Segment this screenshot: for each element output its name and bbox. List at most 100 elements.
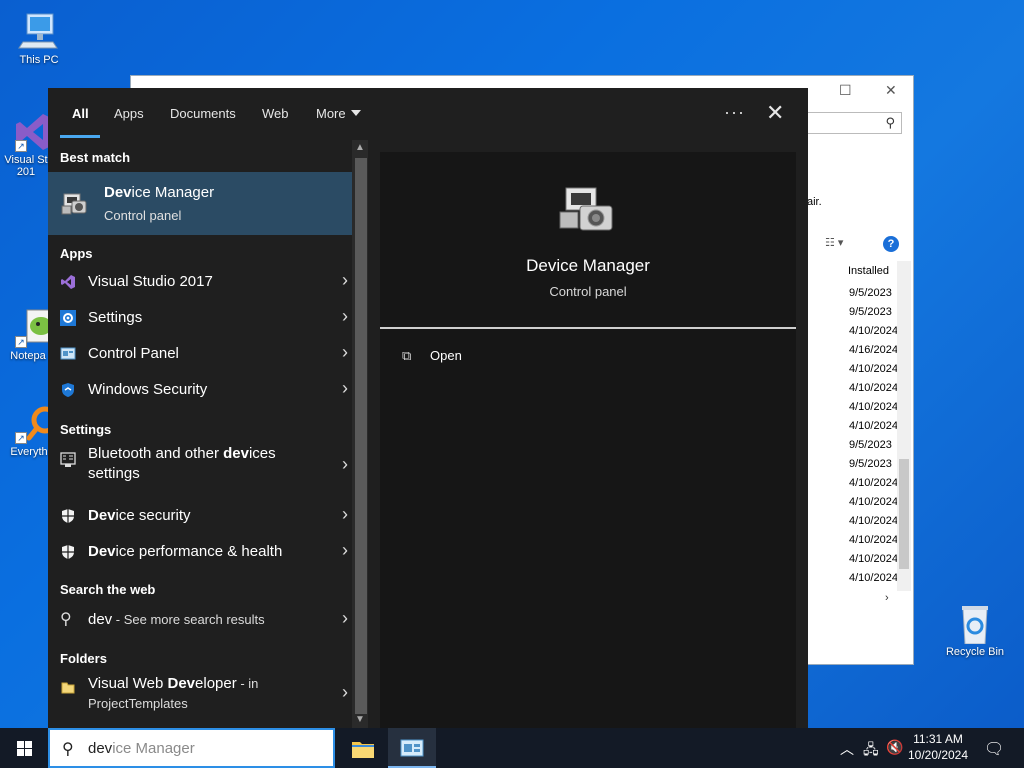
app-result-label: Visual Studio 2017 [88, 273, 213, 290]
windows-logo-icon [17, 741, 32, 756]
bluetooth-devices-icon [60, 452, 76, 468]
computer-icon [17, 12, 61, 52]
installed-date-cell: 9/5/2023 [849, 439, 892, 451]
taskbar-search-box[interactable]: ⚲ device Manager [48, 728, 335, 768]
desktop-icon-recycle-bin[interactable]: Recycle Bin [940, 604, 1010, 658]
label-post: ice security [115, 507, 191, 524]
section-header-folders: Folders [60, 651, 107, 666]
settings-result-bluetooth-devices[interactable]: Bluetooth and other devices settings › [48, 442, 352, 492]
shortcut-arrow-icon: ↗ [15, 140, 27, 152]
installed-date-list: 9/5/2023 9/5/2023 4/10/2024 4/16/2024 4/10/2… [809, 284, 899, 588]
device-manager-icon [558, 184, 616, 234]
tab-more[interactable]: More [316, 106, 361, 121]
chevron-right-icon[interactable]: › [342, 378, 348, 399]
label-bold: Dev [88, 543, 116, 560]
folder-result-label: Visual Web Developer - in ProjectTemplate… [88, 674, 258, 714]
start-button[interactable] [0, 728, 48, 768]
preview-subtitle: Control panel [549, 284, 627, 299]
open-action[interactable]: ⧉ Open [402, 348, 462, 364]
chevron-right-icon[interactable]: › [342, 306, 348, 327]
best-match-device-manager[interactable]: Device Manager Control panel [48, 172, 352, 235]
search-typed-text: dev [88, 740, 113, 757]
device-manager-icon [60, 188, 90, 218]
settings-result-device-security[interactable]: Device security › [48, 498, 352, 534]
scrollbar-thumb[interactable] [899, 459, 909, 569]
app-result-control-panel[interactable]: Control Panel › [48, 336, 352, 372]
column-header-installed[interactable]: Installed [848, 265, 889, 277]
preview-divider [380, 327, 796, 329]
tab-apps[interactable]: Apps [114, 106, 144, 121]
open-icon: ⧉ [402, 348, 412, 363]
tab-web[interactable]: Web [262, 106, 289, 121]
help-icon[interactable]: ? [883, 236, 899, 252]
settings-result-label: Device security [88, 506, 191, 526]
more-options-icon[interactable]: ··· [724, 102, 745, 123]
view-options-icon[interactable]: ☷ ▾ [825, 236, 843, 249]
search-results-list: Best match Device Manager Control panel … [48, 140, 352, 728]
volume-muted-icon[interactable]: 🔇 [886, 739, 903, 756]
section-header-best-match: Best match [60, 150, 131, 165]
folder-result-visual-web-developer[interactable]: Visual Web Developer - in ProjectTemplate… [48, 670, 352, 720]
scrollbar-thumb[interactable] [355, 158, 367, 714]
settings-result-device-performance[interactable]: Device performance & health › [48, 534, 352, 570]
show-hidden-icons-chevron-icon[interactable]: ︿ [840, 739, 854, 759]
network-icon[interactable]: 🖧 [863, 739, 879, 763]
tab-more-label: More [316, 106, 346, 121]
section-header-search-web: Search the web [60, 582, 156, 597]
close-button[interactable]: ✕ [885, 82, 897, 99]
clock-date: 10/20/2024 [907, 748, 969, 762]
taskbar-clock[interactable]: 11:31 AM 10/20/2024 [902, 731, 974, 763]
label-pre: Visual Web [88, 675, 168, 692]
installed-date-cell: 4/10/2024 [849, 534, 898, 546]
scroll-right-arrow-icon[interactable]: › [885, 592, 889, 604]
control-panel-icon [400, 739, 424, 757]
chevron-right-icon[interactable]: › [342, 342, 348, 363]
label-bold: Dev [88, 507, 116, 524]
search-scope-tabs: All Apps Documents Web More ··· ✕ [48, 88, 808, 140]
desktop-icon-label: This PC [19, 54, 59, 66]
preview-title: Device Manager [526, 256, 650, 275]
windows-security-shield-icon [60, 382, 76, 398]
chevron-right-icon[interactable]: › [342, 608, 348, 629]
chevron-right-icon[interactable]: › [342, 540, 348, 561]
installed-date-cell: 4/10/2024 [849, 382, 898, 394]
folder-icon [60, 680, 76, 696]
installed-date-cell: 9/5/2023 [849, 306, 892, 318]
open-label: Open [430, 348, 462, 363]
installed-date-cell: 4/10/2024 [849, 420, 898, 432]
chevron-down-icon [350, 110, 361, 116]
web-result-dev[interactable]: ⚲ dev - See more search results › [48, 602, 352, 638]
desktop-icon-label: Everyth [10, 446, 48, 458]
label-post: ices [248, 445, 276, 462]
app-result-settings[interactable]: Settings › [48, 300, 352, 336]
label-pre: Bluetooth and other [88, 445, 224, 462]
tab-all[interactable]: All [72, 106, 89, 121]
vertical-scrollbar[interactable] [897, 261, 911, 591]
chevron-right-icon[interactable]: › [342, 270, 348, 291]
result-preview-pane: Device Manager Control panel ⧉ Open [380, 152, 796, 728]
shortcut-arrow-icon: ↗ [15, 336, 27, 348]
shortcut-arrow-icon: ↗ [15, 432, 27, 444]
scroll-down-icon[interactable]: ▼ [355, 714, 365, 725]
taskbar-control-panel[interactable] [388, 728, 436, 768]
chevron-right-icon[interactable]: › [342, 682, 348, 703]
chevron-right-icon[interactable]: › [342, 454, 348, 475]
maximize-button[interactable]: ☐ [839, 82, 852, 99]
scroll-up-icon[interactable]: ▲ [355, 142, 365, 153]
close-icon[interactable]: ✕ [766, 100, 784, 126]
notifications-icon[interactable]: 🗨 [984, 739, 1004, 759]
taskbar-file-explorer[interactable] [338, 728, 386, 768]
app-result-label: Settings [88, 309, 143, 326]
app-result-visual-studio[interactable]: Visual Studio 2017 › [48, 264, 352, 300]
settings-gear-icon [60, 310, 76, 326]
window-search-box[interactable]: ⚲ [806, 112, 902, 134]
desktop-icon-this-pc[interactable]: This PC [4, 12, 74, 66]
installed-date-cell: 4/10/2024 [849, 477, 898, 489]
results-scrollbar[interactable]: ▲ ▼ [352, 140, 368, 728]
chevron-right-icon[interactable]: › [342, 504, 348, 525]
search-suggestion-rest: ice Manager [112, 740, 195, 757]
label-bold: Dev [167, 675, 196, 692]
best-match-subtitle: Control panel [104, 208, 182, 223]
tab-documents[interactable]: Documents [170, 106, 236, 121]
app-result-windows-security[interactable]: Windows Security › [48, 372, 352, 408]
